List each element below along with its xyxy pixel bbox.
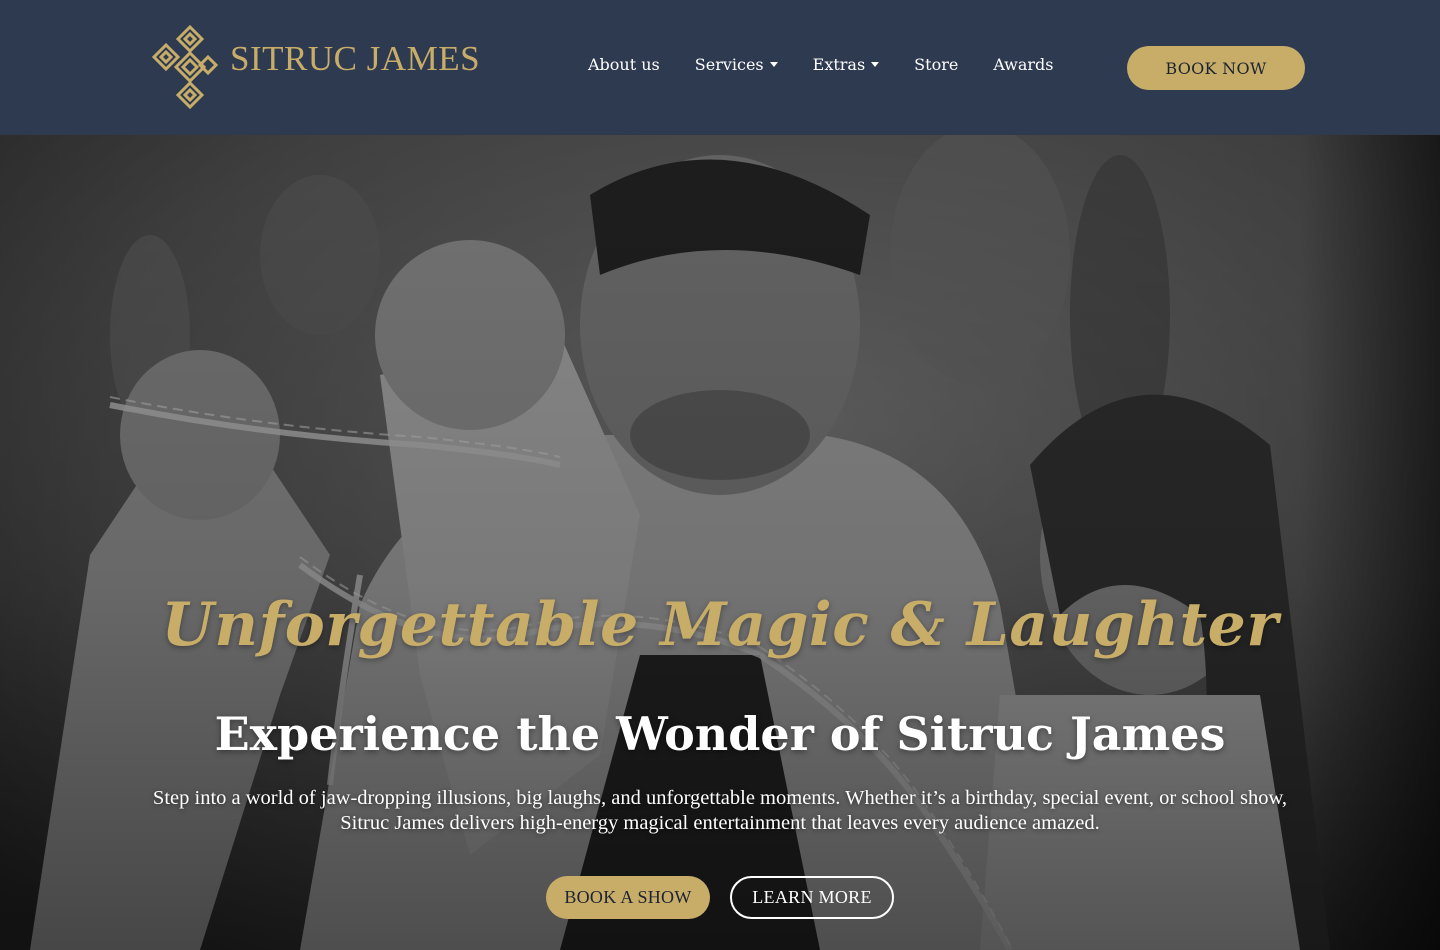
hero-section: Unforgettable Magic & Laughter Experienc… bbox=[0, 135, 1440, 950]
main-nav: About us Services Extras Store Awards bbox=[588, 55, 1053, 74]
book-a-show-button[interactable]: BOOK A SHOW bbox=[546, 876, 710, 919]
learn-more-button[interactable]: LEARN MORE bbox=[730, 876, 894, 919]
book-now-button[interactable]: BOOK NOW bbox=[1127, 46, 1305, 90]
nav-item-label: Extras bbox=[812, 55, 866, 74]
hero-actions: BOOK A SHOW LEARN MORE bbox=[0, 876, 1440, 919]
nav-item-label: Store bbox=[914, 55, 959, 74]
nav-item-label: Awards bbox=[993, 55, 1054, 74]
caret-down-icon bbox=[769, 62, 778, 67]
logo-link[interactable]: SITRUC JAMES bbox=[150, 25, 480, 111]
nav-item-label: Services bbox=[694, 55, 764, 74]
hero-subtitle: Experience the Wonder of Sitruc James bbox=[214, 707, 1226, 761]
nav-item-store[interactable]: Store bbox=[914, 55, 958, 74]
caret-down-icon bbox=[871, 62, 880, 67]
nav-item-extras[interactable]: Extras bbox=[813, 55, 880, 74]
site-header: SITRUC JAMES About us Services Extras St… bbox=[0, 0, 1440, 135]
nav-item-awards[interactable]: Awards bbox=[993, 55, 1053, 74]
logo-icon bbox=[151, 25, 218, 110]
hero-title: Unforgettable Magic & Laughter bbox=[161, 590, 1279, 660]
brand-name: SITRUC JAMES bbox=[230, 39, 481, 78]
nav-item-about-us[interactable]: About us bbox=[588, 55, 660, 74]
hero-description: Step into a world of jaw-dropping illusi… bbox=[152, 787, 1288, 834]
nav-item-label: About us bbox=[588, 55, 660, 74]
nav-item-services[interactable]: Services bbox=[695, 55, 778, 74]
